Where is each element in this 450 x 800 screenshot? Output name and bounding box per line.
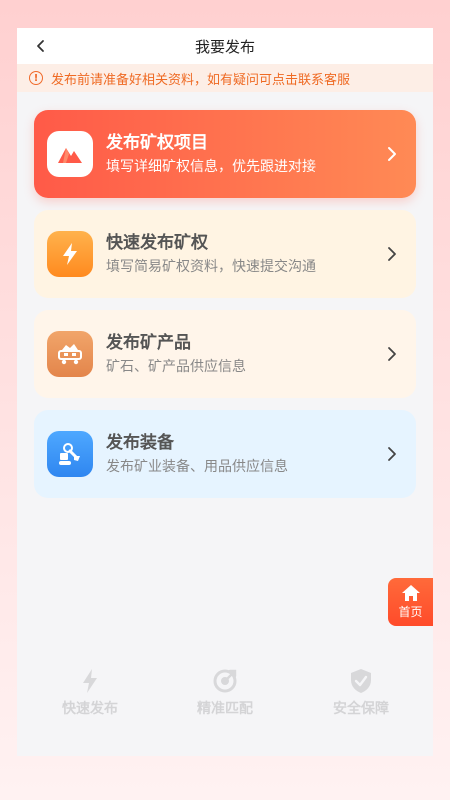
phone-screen: 我要发布 ! 发布前请准备好相关资料，如有疑问可点击联系客服 发布矿权项目 填写… xyxy=(17,28,433,756)
feature-label: 精准匹配 xyxy=(197,701,253,717)
card-title: 快速发布矿权 xyxy=(106,232,208,253)
card-subtitle: 填写简易矿权资料，快速提交沟通 xyxy=(106,258,316,275)
home-label: 首页 xyxy=(398,605,423,619)
mine-cart-icon xyxy=(58,344,82,365)
publish-equipment-card[interactable]: 发布装备 发布矿业装备、用品供应信息 xyxy=(34,410,416,498)
feature-label: 安全保障 xyxy=(333,701,389,717)
card-title: 发布装备 xyxy=(106,432,174,453)
notice-text: 发布前请准备好相关资料，如有疑问可点击联系客服 xyxy=(51,72,351,88)
feature-highlights: 快速发布 精准匹配 安全保障 xyxy=(17,668,433,738)
navbar: 我要发布 xyxy=(17,28,433,64)
chevron-right-icon xyxy=(382,444,402,464)
home-icon xyxy=(401,585,420,601)
notice-bar: ! 发布前请准备好相关资料，如有疑问可点击联系客服 xyxy=(17,64,433,92)
card-subtitle: 矿石、矿产品供应信息 xyxy=(106,358,246,375)
feature-security: 安全保障 xyxy=(301,668,421,718)
card-title: 发布矿权项目 xyxy=(106,132,208,153)
mountain-icon xyxy=(58,148,82,163)
lightning-icon xyxy=(63,243,77,265)
target-icon xyxy=(213,669,237,693)
feature-precise-match: 精准匹配 xyxy=(165,668,285,718)
card-icon-wrap xyxy=(47,231,93,277)
card-subtitle: 发布矿业装备、用品供应信息 xyxy=(106,458,288,475)
excavator-icon xyxy=(59,443,80,465)
card-title: 发布矿产品 xyxy=(106,332,191,353)
page-title: 我要发布 xyxy=(194,37,255,56)
card-subtitle: 填写详细矿权信息，优先跟进对接 xyxy=(106,158,316,175)
chevron-left-icon xyxy=(37,40,44,52)
quick-publish-rights-card[interactable]: 快速发布矿权 填写简易矿权资料，快速提交沟通 xyxy=(34,210,416,298)
chevron-right-icon xyxy=(382,144,402,164)
lightning-icon xyxy=(83,669,97,693)
chevron-right-icon xyxy=(382,244,402,264)
shield-check-icon xyxy=(351,669,371,693)
publish-mineral-products-card[interactable]: 发布矿产品 矿石、矿产品供应信息 xyxy=(34,310,416,398)
home-button[interactable]: 首页 xyxy=(388,578,433,626)
card-icon-wrap xyxy=(47,131,93,177)
feature-label: 快速发布 xyxy=(62,701,118,717)
chevron-right-icon xyxy=(382,344,402,364)
info-icon: ! xyxy=(29,71,43,85)
back-button[interactable] xyxy=(29,34,53,58)
publish-mining-rights-card[interactable]: 发布矿权项目 填写详细矿权信息，优先跟进对接 xyxy=(34,110,416,198)
card-icon-wrap xyxy=(47,431,93,477)
card-icon-wrap xyxy=(47,331,93,377)
feature-quick-publish: 快速发布 xyxy=(30,668,150,718)
